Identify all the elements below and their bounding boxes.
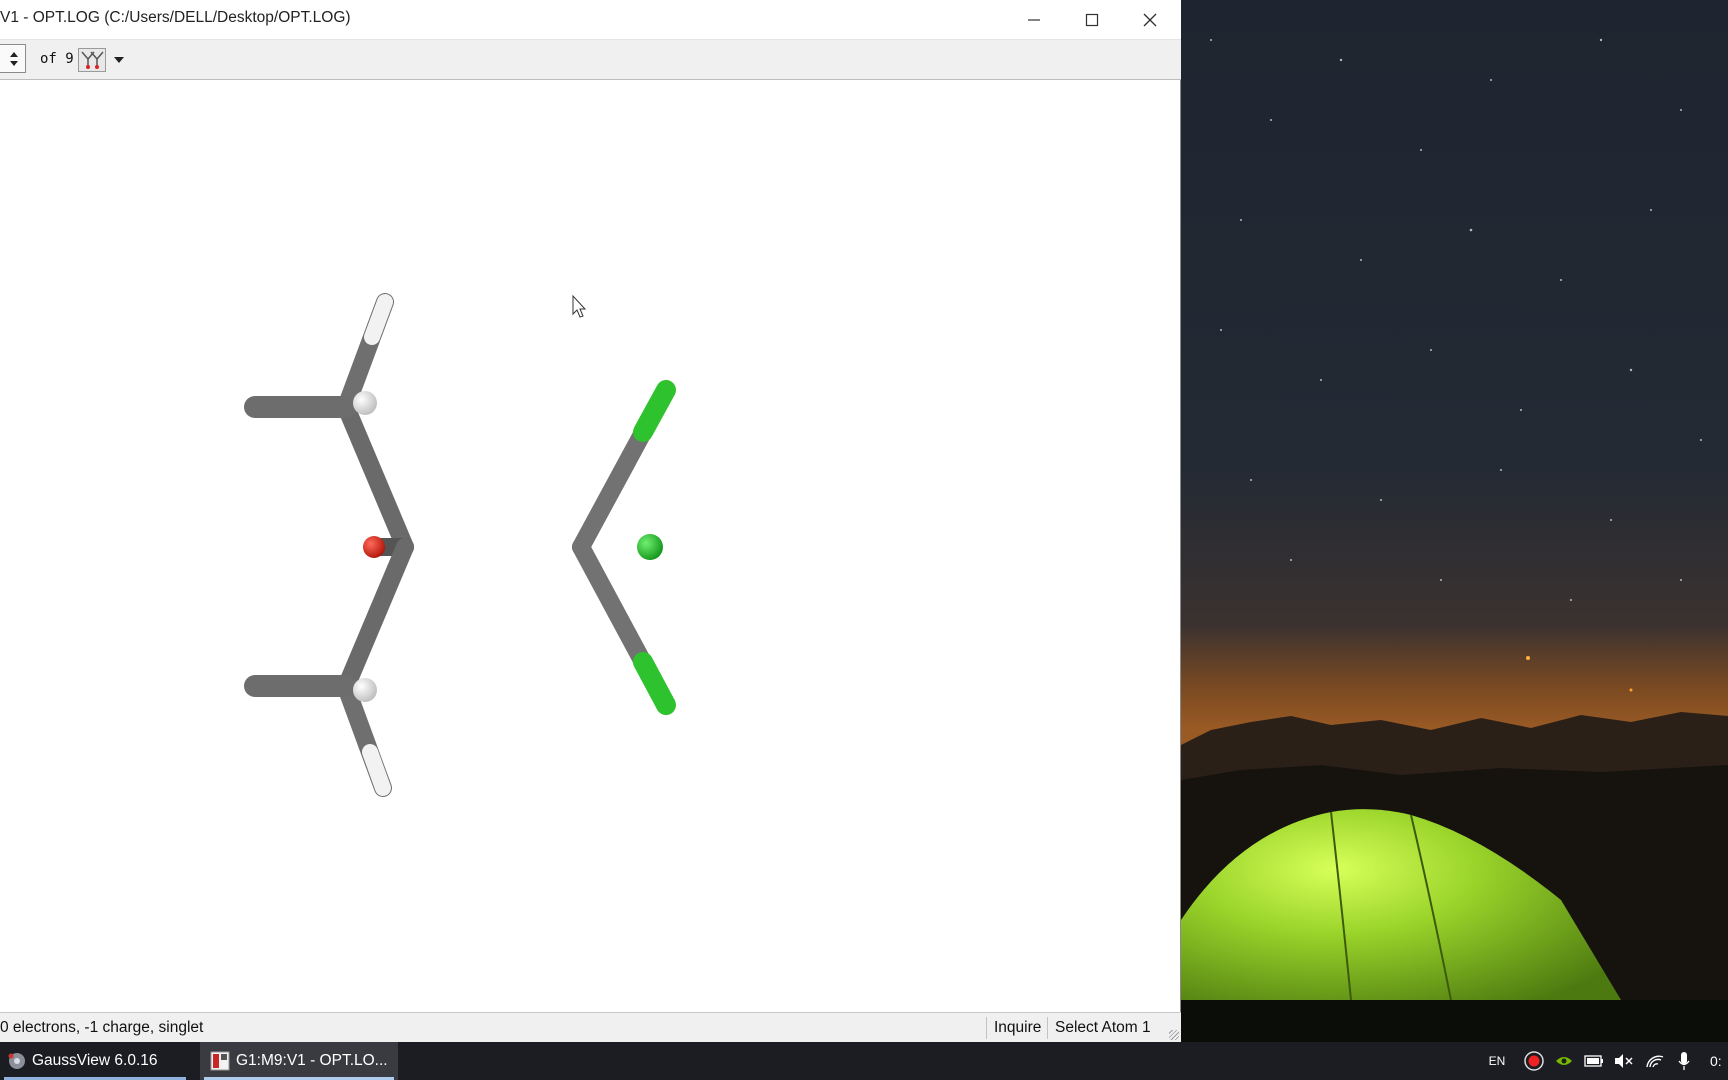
tray-microphone-button[interactable] (1673, 1042, 1695, 1080)
molecule-canvas[interactable] (0, 80, 1180, 1012)
spinner-up-icon[interactable] (10, 52, 18, 57)
selection-hint-label: Select Atom 1 (1055, 1019, 1151, 1036)
bond-c-c-upper[interactable] (337, 398, 414, 556)
taskbar-item-label: GaussView 6.0.16 (32, 1052, 158, 1069)
gaussview-window: V1 - OPT.LOG (C:/Users/DELL/Desktop/OPT.… (0, 0, 1181, 1042)
vibration-icon (81, 51, 104, 69)
wifi-icon (1646, 1055, 1664, 1068)
mouse-mode-label: Inquire (994, 1019, 1042, 1036)
resize-grip-icon[interactable] (1169, 1030, 1179, 1040)
atom-oxygen[interactable] (363, 536, 385, 558)
battery-icon (1584, 1055, 1603, 1067)
tray-battery-button[interactable] (1582, 1042, 1606, 1080)
language-indicator[interactable]: EN (1486, 1042, 1508, 1080)
vibration-button[interactable] (78, 48, 106, 72)
atom-chlorine-ion[interactable] (637, 534, 663, 560)
minimize-button[interactable] (1005, 0, 1063, 40)
gaussview-app-icon (8, 1053, 25, 1069)
taskbar: GaussView 6.0.16 G1:M9:V1 - OPT.LO... EN (0, 1042, 1728, 1080)
molecule-info-text: 0 electrons, -1 charge, singlet (0, 1019, 204, 1036)
taskbar-item-opt-log[interactable]: G1:M9:V1 - OPT.LO... (200, 1042, 398, 1080)
language-label: EN (1488, 1054, 1506, 1068)
taskbar-item-label: G1:M9:V1 - OPT.LO... (236, 1052, 388, 1069)
tray-wifi-button[interactable] (1643, 1042, 1667, 1080)
tray-clock[interactable]: 0: (1710, 1042, 1728, 1080)
taskbar-item-gaussview[interactable]: GaussView 6.0.16 (0, 1042, 190, 1080)
status-divider (1047, 1017, 1048, 1039)
tray-record-button[interactable] (1522, 1042, 1546, 1080)
structure-toolbar: of 9 (0, 40, 1181, 80)
vibration-dropdown-icon[interactable] (114, 57, 124, 63)
mouse-cursor-icon (572, 294, 587, 318)
minimize-icon (1028, 19, 1040, 21)
tray-nvidia-button[interactable] (1552, 1042, 1576, 1080)
close-icon (1143, 13, 1157, 27)
status-divider (986, 1017, 987, 1039)
nvidia-icon (1556, 1057, 1572, 1065)
volume-muted-icon (1615, 1054, 1633, 1068)
spinner-down-icon[interactable] (10, 61, 18, 66)
status-bar: 0 electrons, -1 charge, singlet Inquire … (0, 1012, 1181, 1042)
microphone-icon (1678, 1052, 1690, 1070)
molecule-fragment-left[interactable] (204, 293, 414, 797)
close-button[interactable] (1121, 0, 1179, 40)
record-icon (1524, 1051, 1544, 1071)
atom-hydrogen-lower[interactable] (353, 678, 377, 702)
clock-label: 0: (1710, 1053, 1722, 1069)
atom-hydrogen-upper[interactable] (353, 391, 377, 415)
tray-volume-button[interactable] (1611, 1042, 1635, 1080)
window-title: V1 - OPT.LOG (C:/Users/DELL/Desktop/OPT.… (0, 9, 351, 26)
molecule-viewport[interactable] (0, 80, 1180, 1012)
title-bar[interactable]: V1 - OPT.LOG (C:/Users/DELL/Desktop/OPT.… (0, 0, 1181, 40)
structure-count-label: of 9 (40, 51, 74, 67)
maximize-icon (1085, 13, 1099, 27)
molecule-fragment-right[interactable] (572, 380, 676, 715)
bond-c-c-lower[interactable] (337, 538, 414, 696)
maximize-button[interactable] (1063, 0, 1121, 40)
desktop-wallpaper (1181, 0, 1728, 1042)
structure-spinner[interactable] (0, 44, 26, 73)
desktop: V1 - OPT.LOG (C:/Users/DELL/Desktop/OPT.… (0, 0, 1728, 1080)
molecule-window-icon (210, 1051, 230, 1071)
